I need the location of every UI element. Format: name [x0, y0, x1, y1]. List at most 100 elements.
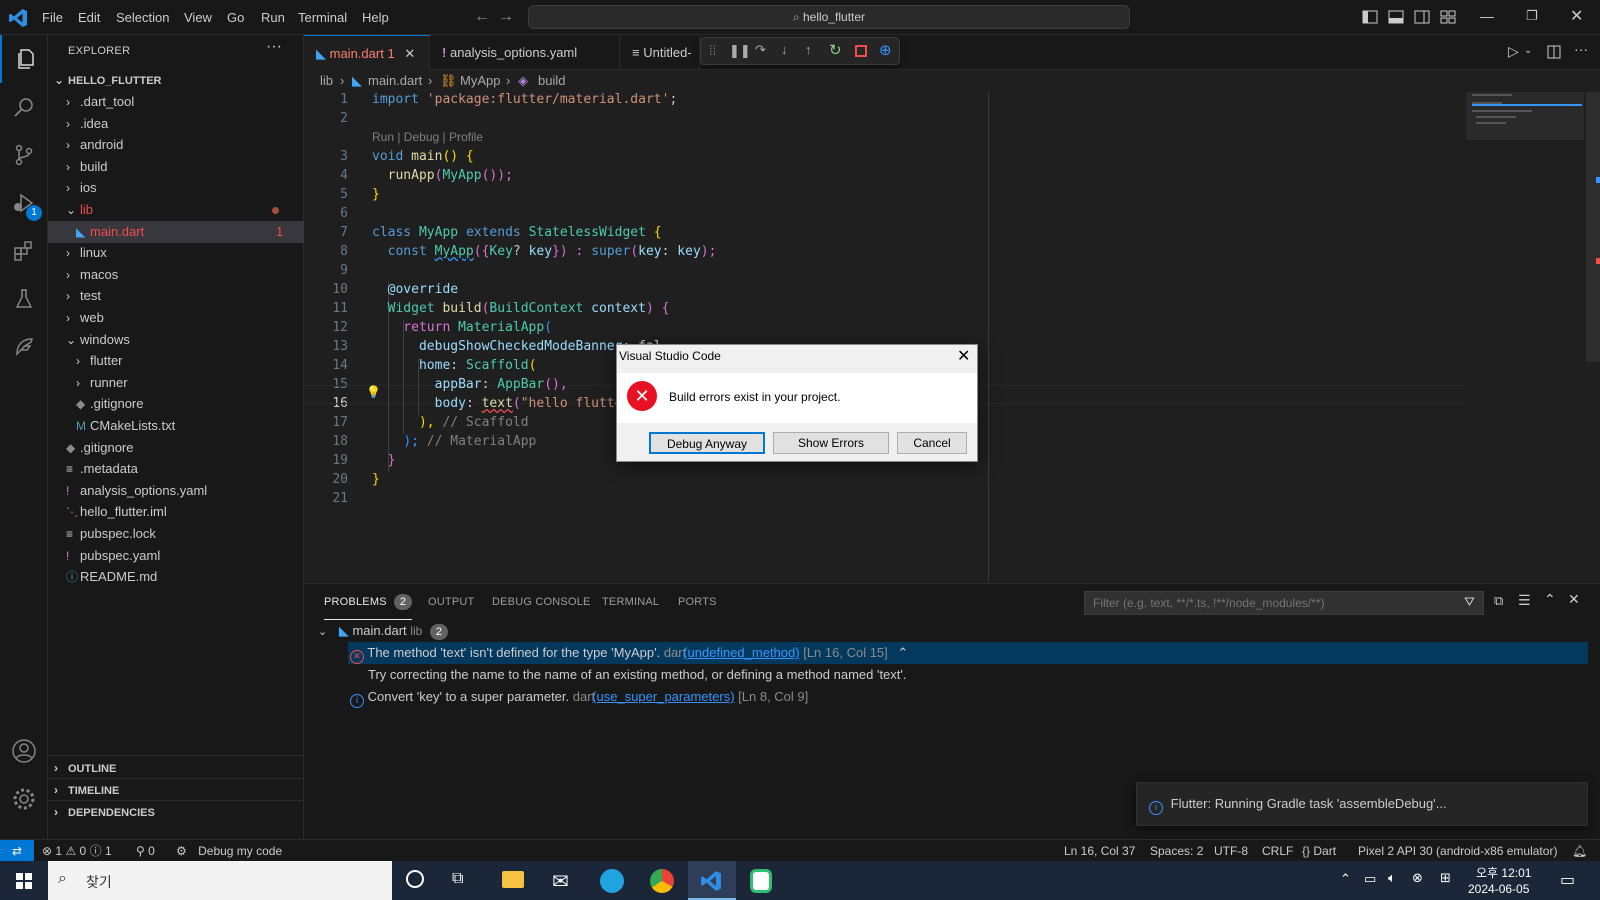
problems-file-row[interactable]: ⌄ ◣ main.dart lib 2 [318, 620, 448, 642]
tree-item[interactable]: › build [48, 156, 304, 178]
bell-icon[interactable]: 🔔︎ [1572, 840, 1587, 862]
more-actions-icon[interactable]: ··· [266, 38, 282, 56]
customize-layout-icon[interactable] [1440, 10, 1456, 24]
tree-item[interactable]: ! pubspec.yaml [48, 545, 304, 567]
outline-section[interactable]: › OUTLINE [48, 757, 304, 779]
file-explorer-icon[interactable] [502, 871, 524, 888]
menu-view[interactable]: View [184, 0, 212, 35]
extensions-activity[interactable] [0, 227, 48, 275]
tab-problems[interactable]: PROBLEMS 2 [324, 584, 412, 620]
debug-anyway-button[interactable]: Debug Anyway [649, 432, 765, 454]
tab-analysis-options[interactable]: ! analysis_options.yaml [430, 35, 620, 70]
notification-center-icon[interactable]: ▭ [1560, 870, 1575, 890]
tree-item[interactable]: › linux [48, 242, 304, 264]
tree-item[interactable]: › test [48, 285, 304, 307]
close-panel-icon[interactable]: ✕ [1568, 591, 1580, 608]
tab-main-dart[interactable]: ◣ main.dart 1 ✕ [304, 35, 430, 70]
workspace-root[interactable]: ⌄ HELLO_FLUTTER [48, 69, 304, 91]
cancel-button[interactable]: Cancel [897, 432, 967, 454]
more-actions-icon[interactable]: ··· [1574, 41, 1588, 57]
chevron-down-icon[interactable]: ⌄ [1524, 45, 1532, 56]
vscode-taskbar-item[interactable] [688, 861, 736, 900]
run-file-icon[interactable]: ▷ [1508, 43, 1519, 60]
filter-icon[interactable]: ⛛ [1464, 594, 1475, 610]
device-selector[interactable]: Pixel 2 API 30 (android-x86 emulator) [1358, 840, 1557, 862]
inspect-icon[interactable]: ⊕ [879, 41, 892, 59]
tab-debug-console[interactable]: DEBUG CONSOLE [492, 584, 591, 620]
explorer-activity[interactable] [0, 35, 48, 83]
breadcrumb-class[interactable]: MyApp [460, 70, 500, 92]
notification-toast[interactable]: i Flutter: Running Gradle task 'assemble… [1136, 782, 1588, 826]
tree-item[interactable]: ⌄ windows [48, 329, 304, 351]
problems-filter-input[interactable] [1084, 591, 1484, 615]
language-mode[interactable]: {} Dart [1302, 840, 1336, 862]
command-center-search[interactable]: ⌕ hello_flutter [528, 5, 1130, 29]
search-activity[interactable] [0, 83, 48, 131]
tree-item[interactable]: › macos [48, 264, 304, 286]
minimize-icon[interactable]: — [1480, 8, 1494, 24]
toggle-secondary-sidebar-icon[interactable] [1414, 10, 1430, 24]
testing-activity[interactable] [0, 275, 48, 323]
collapse-all-icon[interactable]: ⧉ [1494, 593, 1503, 609]
no-connection-icon[interactable]: ⊗ [1412, 870, 1423, 886]
mail-icon[interactable]: ✉ [552, 869, 569, 894]
show-errors-button[interactable]: Show Errors [773, 432, 889, 454]
breadcrumb-method[interactable]: build [538, 70, 565, 92]
clock-date[interactable]: 2024-06-05 [1468, 882, 1529, 896]
line-endings[interactable]: CRLF [1262, 840, 1293, 862]
pause-icon[interactable]: ❚❚ [729, 43, 751, 59]
forward-arrow-icon[interactable]: → [498, 8, 514, 26]
edge-icon[interactable] [600, 869, 624, 893]
flutter-activity[interactable] [0, 323, 48, 371]
breadcrumb-file[interactable]: main.dart [368, 70, 422, 92]
code-editor[interactable]: 1 2 3 4 5 6 7 8 9 10 11 12 13 14 15 16 17 18 19 20 21 import… [304, 92, 1600, 582]
accounts-activity[interactable] [0, 727, 48, 775]
indentation[interactable]: Spaces: 2 [1150, 840, 1203, 862]
menu-go[interactable]: Go [227, 0, 244, 35]
maximize-panel-icon[interactable]: ⌃ [1544, 591, 1556, 608]
tree-item[interactable]: ≡ pubspec.lock [48, 523, 304, 545]
tree-item[interactable]: M CMakeLists.txt [48, 415, 304, 437]
problem-row-info[interactable]: i Convert 'key' to a super parameter. da… [348, 686, 808, 708]
breadcrumb-lib[interactable]: lib [320, 70, 333, 92]
tree-item[interactable]: ◣ main.dart 1 [48, 220, 304, 243]
ime-icon[interactable]: ⊞ [1440, 870, 1451, 886]
tab-output[interactable]: OUTPUT [428, 584, 474, 620]
cursor-position[interactable]: Ln 16, Col 37 [1064, 840, 1135, 862]
problem-row-error[interactable]: ✕ The method 'text' isn't defined for th… [348, 642, 1588, 664]
tree-item[interactable]: › .idea [48, 113, 304, 135]
tree-item[interactable]: ⋱ hello_flutter.iml [48, 501, 304, 523]
problems-status[interactable]: ⊗ 1 ⚠ 0 ⓘ 1 [42, 840, 112, 862]
info-code-link[interactable]: (use_super_parameters) [592, 689, 734, 704]
manage-activity[interactable] [0, 775, 48, 823]
volume-icon[interactable]: 🔈︎ [1388, 870, 1396, 886]
windows-start-icon[interactable] [16, 873, 32, 889]
menu-edit[interactable]: Edit [78, 0, 100, 35]
source-control-activity[interactable] [0, 131, 48, 179]
minimap[interactable] [1466, 92, 1584, 140]
step-into-icon[interactable]: ↓ [781, 42, 788, 57]
menu-selection[interactable]: Selection [116, 0, 169, 35]
menu-run[interactable]: Run [261, 0, 285, 35]
restart-icon[interactable]: ↻ [829, 41, 842, 59]
tree-item[interactable]: ◆ .gitignore [48, 437, 304, 459]
view-as-list-icon[interactable]: ☰ [1518, 592, 1531, 609]
chevron-up-icon[interactable]: ⌃ [1340, 871, 1351, 887]
timeline-section[interactable]: › TIMELINE [48, 779, 304, 801]
run-debug-activity[interactable]: 1 [0, 179, 48, 227]
ports-status[interactable]: ⚲ 0 [136, 840, 155, 862]
editor-scrollbar[interactable] [1586, 92, 1600, 362]
network-icon[interactable]: ▭ [1364, 871, 1376, 887]
task-view-icon[interactable]: ⧉ [452, 870, 463, 888]
dependencies-section[interactable]: › DEPENDENCIES [48, 801, 304, 823]
menu-help[interactable]: Help [362, 0, 389, 35]
tree-item[interactable]: ≡ .metadata [48, 458, 304, 480]
chevron-up-icon[interactable]: ⌃ [897, 645, 908, 660]
step-out-icon[interactable]: ↑ [805, 42, 812, 57]
stop-icon[interactable] [855, 45, 867, 57]
taskbar-search-box[interactable]: ⌕ 찾기 [48, 861, 392, 900]
codelens[interactable]: Run | Debug | Profile [372, 130, 483, 144]
tree-item[interactable]: › runner [48, 372, 304, 394]
cortana-icon[interactable] [406, 870, 424, 888]
back-arrow-icon[interactable]: ← [474, 8, 490, 26]
